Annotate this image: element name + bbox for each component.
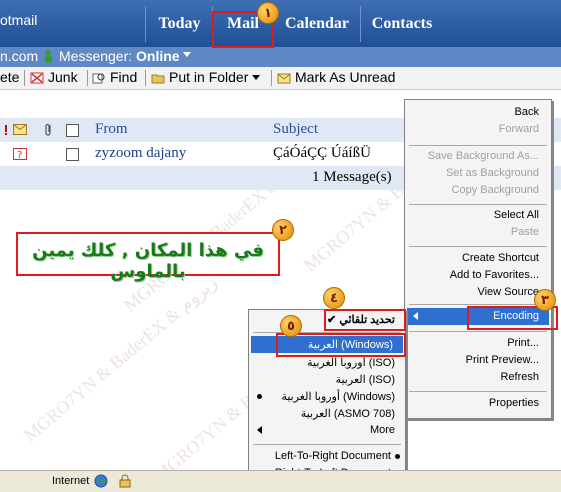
put-in-folder-label: Put in Folder — [169, 69, 249, 85]
encoding-arabic-asmo[interactable]: العربية (ASMO 708) — [301, 407, 395, 420]
encoding-more[interactable]: More — [370, 424, 395, 436]
tab-calendar[interactable]: Calendar — [272, 6, 361, 42]
highlight-arabic-windows — [276, 333, 406, 357]
unread-message-icon: ? — [13, 148, 27, 161]
submenu-arrow-icon — [413, 312, 418, 320]
junk-button[interactable]: Junk — [30, 69, 78, 85]
priority-icon — [2, 124, 10, 135]
radio-dot-icon — [257, 394, 262, 399]
lock-icon — [119, 474, 131, 488]
mark-unread-button[interactable]: Mark As Unread — [277, 69, 395, 85]
message-subject[interactable]: ÇáÓáÇÇ ÚáíßÜ — [273, 145, 371, 162]
step-badge-2: ٢ — [272, 219, 294, 241]
tab-contacts[interactable]: Contacts — [360, 6, 443, 42]
menu-item-print-preview[interactable]: Print Preview... — [466, 354, 539, 366]
mail-toolbar: ete Junk Find Put in Folder Mark As Unre… — [0, 67, 561, 90]
menu-divider — [409, 204, 547, 205]
step-badge-4: ٤ — [323, 287, 345, 309]
row-checkbox[interactable] — [66, 148, 79, 161]
mark-unread-label: Mark As Unread — [295, 69, 396, 85]
context-menu: Back Forward Save Background As... Set a… — [404, 99, 552, 419]
find-icon — [92, 71, 106, 84]
menu-item-forward[interactable]: Forward — [499, 123, 539, 135]
delete-button[interactable]: ete — [0, 69, 19, 85]
messenger-status[interactable]: Online — [136, 48, 180, 64]
messenger-label: Messenger: — [59, 48, 133, 64]
menu-item-save-background[interactable]: Save Background As... — [428, 150, 539, 162]
top-nav-bar: otmail Today Mail Calendar Contacts — [0, 0, 561, 47]
messenger-person-icon — [42, 49, 56, 63]
menu-item-set-background[interactable]: Set as Background — [446, 167, 539, 179]
select-all-checkbox[interactable] — [66, 124, 79, 137]
find-label: Find — [110, 69, 138, 85]
encoding-western-windows[interactable]: أوروبا الغربية (Windows) — [281, 390, 395, 403]
menu-divider — [409, 246, 547, 247]
menu-item-select-all[interactable]: Select All — [494, 209, 539, 221]
brand-name: otmail — [0, 12, 38, 28]
menu-item-back[interactable]: Back — [515, 106, 539, 118]
tab-today[interactable]: Today — [145, 6, 213, 42]
toolbar-divider — [145, 70, 146, 86]
submenu-arrow-icon — [257, 426, 262, 434]
column-header-subject[interactable]: Subject — [273, 121, 318, 138]
svg-text:?: ? — [17, 150, 22, 160]
menu-item-copy-background[interactable]: Copy Background — [452, 184, 539, 196]
globe-icon — [94, 474, 108, 488]
toolbar-divider — [271, 70, 272, 86]
instruction-banner: في هذا المكان , كلك يمين بالماوس — [16, 232, 280, 282]
status-zone-label: Internet — [52, 475, 90, 487]
envelope-icon — [277, 71, 291, 84]
step-badge-1: ١ — [257, 2, 279, 24]
envelope-icon — [13, 124, 27, 135]
message-from[interactable]: zyzoom dajany — [95, 145, 186, 162]
messenger-bar: n.com Messenger: Online — [0, 47, 561, 67]
menu-item-add-favorites[interactable]: Add to Favorites... — [450, 269, 539, 281]
menu-item-paste[interactable]: Paste — [511, 226, 539, 238]
domain-fragment: n.com — [0, 48, 39, 64]
menu-item-create-shortcut[interactable]: Create Shortcut — [462, 252, 539, 264]
menu-divider — [409, 331, 547, 332]
column-header-from[interactable]: From — [95, 121, 128, 138]
chevron-down-icon[interactable] — [183, 52, 191, 57]
put-in-folder-button[interactable]: Put in Folder — [151, 69, 261, 85]
attachment-icon — [44, 123, 54, 137]
instruction-text: في هذا المكان , كلك يمين بالماوس — [32, 240, 264, 282]
menu-divider — [409, 304, 547, 305]
junk-label: Junk — [48, 69, 78, 85]
menu-divider — [409, 391, 547, 392]
toolbar-divider — [87, 70, 88, 86]
find-button[interactable]: Find — [92, 69, 137, 85]
encoding-western-iso[interactable]: أوروبا الغربية (ISO) — [307, 356, 395, 369]
menu-divider — [409, 145, 547, 146]
menu-item-view-source[interactable]: View Source — [477, 286, 539, 298]
message-count: 1 Message(s) — [312, 169, 392, 185]
toolbar-divider — [24, 70, 25, 86]
status-bar: Internet — [0, 470, 561, 492]
step-badge-5: ٥ — [280, 315, 302, 337]
menu-divider — [253, 444, 401, 445]
encoding-arabic-iso[interactable]: العربية (ISO) — [336, 373, 395, 386]
menu-item-refresh[interactable]: Refresh — [500, 371, 539, 383]
radio-dot-icon — [395, 454, 400, 459]
menu-item-properties[interactable]: Properties — [489, 397, 539, 409]
chevron-down-icon — [252, 74, 261, 80]
folder-icon — [151, 71, 165, 84]
delete-label: ete — [0, 69, 20, 85]
menu-item-print[interactable]: Print... — [507, 337, 539, 349]
highlight-auto-select — [324, 309, 406, 331]
step-badge-3: ٣ — [534, 289, 556, 311]
junk-icon — [30, 71, 44, 84]
encoding-ltr[interactable]: Left-To-Right Document — [275, 450, 391, 462]
